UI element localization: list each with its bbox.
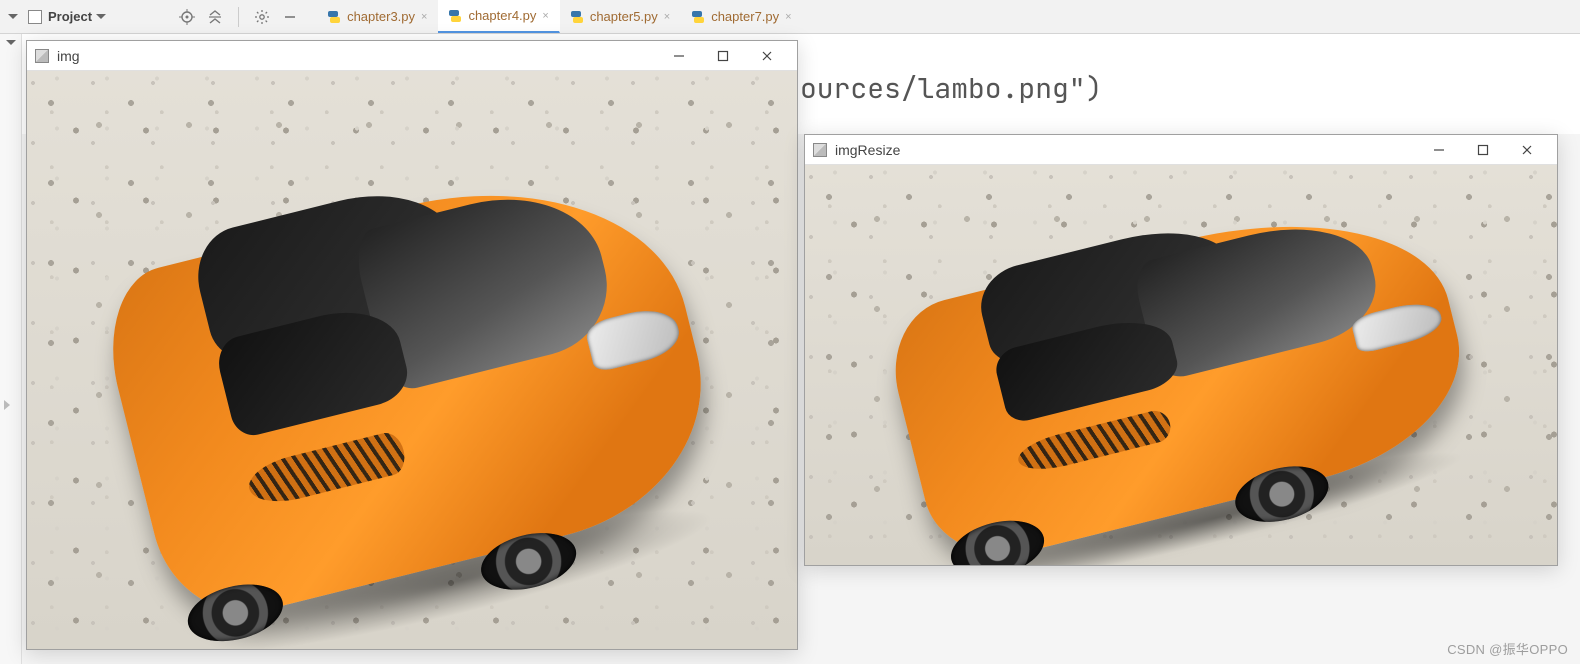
tab-label: chapter4.py [468, 8, 536, 23]
maximize-button[interactable] [1461, 136, 1505, 164]
close-icon[interactable]: × [542, 10, 548, 22]
editor-tabs: chapter3.py × chapter4.py × chapter5.py … [317, 0, 803, 33]
tab-label: chapter3.py [347, 9, 415, 24]
python-file-icon [327, 10, 341, 24]
close-icon[interactable]: × [421, 11, 427, 23]
ide-toolbar: Project chapter3.py × chapter4.py × [0, 0, 1580, 34]
locate-target-icon[interactable] [178, 8, 196, 26]
window-title: imgResize [835, 142, 1417, 158]
tab-chapter5[interactable]: chapter5.py × [560, 0, 681, 33]
window-title: img [57, 48, 657, 64]
close-icon[interactable]: × [664, 11, 670, 23]
tab-label: chapter7.py [711, 9, 779, 24]
tab-label: chapter5.py [590, 9, 658, 24]
code-fragment: ources/lambo.png") [800, 70, 1102, 107]
app-icon [35, 49, 49, 63]
project-label: Project [48, 9, 92, 24]
collapse-caret-icon[interactable] [6, 40, 16, 45]
project-icon [28, 10, 42, 24]
close-button[interactable] [1505, 136, 1549, 164]
close-button[interactable] [745, 42, 789, 70]
side-expand-icon[interactable] [4, 400, 10, 410]
tool-window-toggle-icon[interactable] [8, 14, 18, 19]
opencv-window-imgresize: imgResize [804, 134, 1558, 566]
python-file-icon [691, 10, 705, 24]
hide-icon[interactable] [281, 8, 299, 26]
maximize-button[interactable] [701, 42, 745, 70]
close-icon[interactable]: × [785, 11, 791, 23]
image-canvas [805, 165, 1557, 565]
gear-icon[interactable] [253, 8, 271, 26]
minimize-button[interactable] [1417, 136, 1461, 164]
python-file-icon [570, 10, 584, 24]
tab-chapter3[interactable]: chapter3.py × [317, 0, 438, 33]
image-canvas [27, 71, 797, 649]
tool-window-gutter [0, 34, 22, 664]
app-icon [813, 143, 827, 157]
python-file-icon [448, 9, 462, 23]
opencv-window-img: img [26, 40, 798, 650]
watermark: CSDN @振华OPPO [1447, 639, 1568, 658]
dropdown-caret-icon [96, 14, 106, 19]
tab-chapter4[interactable]: chapter4.py × [438, 0, 559, 33]
minimize-button[interactable] [657, 42, 701, 70]
titlebar[interactable]: imgResize [805, 135, 1557, 165]
titlebar[interactable]: img [27, 41, 797, 71]
tab-chapter7[interactable]: chapter7.py × [681, 0, 802, 33]
project-dropdown[interactable]: Project [48, 9, 110, 24]
collapse-all-icon[interactable] [206, 8, 224, 26]
